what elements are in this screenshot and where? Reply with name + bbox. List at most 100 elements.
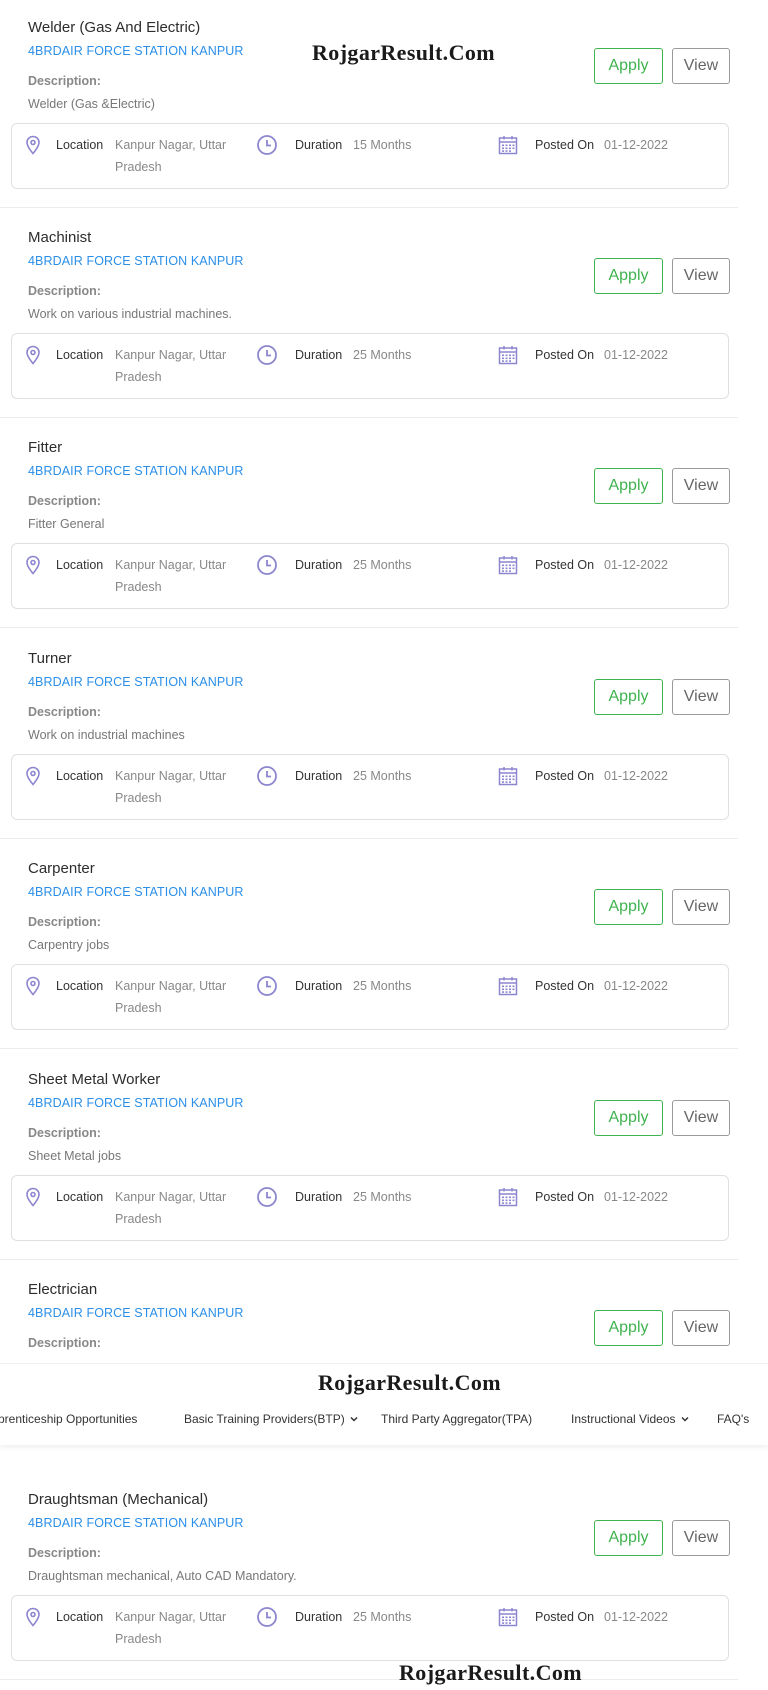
- view-button[interactable]: View: [672, 1520, 730, 1556]
- org-link[interactable]: 4BRDAIR FORCE STATION KANPUR: [28, 1306, 244, 1320]
- description-label: Description:: [28, 915, 101, 929]
- posted-on-label: Posted On: [535, 138, 595, 152]
- divider: [0, 1679, 738, 1680]
- divider: [0, 207, 738, 208]
- apply-button[interactable]: Apply: [594, 1520, 663, 1556]
- divider: [0, 627, 738, 628]
- job-card: Draughtsman (Mechanical) 4BRDAIR FORCE ST…: [0, 1472, 768, 1682]
- org-link[interactable]: 4BRDAIR FORCE STATION KANPUR: [28, 1096, 244, 1110]
- calendar-icon: [497, 344, 519, 366]
- watermark-top: RojgarResult.Com: [312, 40, 495, 65]
- nav-apprenticeship-opportunities[interactable]: prenticeship Opportunities: [0, 1412, 137, 1426]
- location-value: Kanpur Nagar, Uttar Pradesh: [115, 979, 227, 1015]
- calendar-icon: [497, 765, 519, 787]
- nav-instructional-videos[interactable]: Instructional Videos: [571, 1412, 690, 1426]
- view-button[interactable]: View: [672, 48, 730, 84]
- description-label: Description:: [28, 74, 101, 88]
- view-button[interactable]: View: [672, 258, 730, 294]
- location-value: Kanpur Nagar, Uttar Pradesh: [115, 1610, 227, 1646]
- org-link[interactable]: 4BRDAIR FORCE STATION KANPUR: [28, 885, 244, 899]
- description-text: Welder (Gas &Electric): [28, 97, 155, 111]
- watermark-bottom: RojgarResult.Com: [399, 1660, 582, 1685]
- clock-icon: [256, 1186, 278, 1208]
- job-title: Sheet Metal Worker: [28, 1071, 161, 1088]
- job-title: Fitter: [28, 439, 63, 456]
- job-card: Carpenter 4BRDAIR FORCE STATION KANPUR Des…: [0, 841, 768, 1051]
- job-card: Fitter 4BRDAIR FORCE STATION KANPUR Descri…: [0, 420, 768, 630]
- location-label: Location: [56, 1610, 104, 1624]
- apply-button[interactable]: Apply: [594, 679, 663, 715]
- watermark-nav: RojgarResult.Com: [318, 1370, 501, 1395]
- nav-item-label: Basic Training Providers(BTP): [184, 1412, 345, 1426]
- duration-label: Duration: [295, 1610, 343, 1624]
- duration-value: 25 Months: [353, 348, 412, 362]
- posted-on-label: Posted On: [535, 348, 595, 362]
- apply-button[interactable]: Apply: [594, 1100, 663, 1136]
- nav-third-party-aggregator[interactable]: Third Party Aggregator(TPA): [381, 1412, 532, 1426]
- apply-button[interactable]: Apply: [594, 468, 663, 504]
- description-label: Description:: [28, 494, 101, 508]
- location-pin-icon: [22, 344, 44, 366]
- apply-button[interactable]: Apply: [594, 48, 663, 84]
- apply-button[interactable]: Apply: [594, 258, 663, 294]
- duration-value: 25 Months: [353, 979, 412, 993]
- description-text: Draughtsman mechanical, Auto CAD Mandato…: [28, 1569, 297, 1583]
- clock-icon: [256, 134, 278, 156]
- nav-faqs[interactable]: FAQ's: [717, 1412, 749, 1426]
- org-link[interactable]: 4BRDAIR FORCE STATION KANPUR: [28, 254, 244, 268]
- clock-icon: [256, 765, 278, 787]
- org-link[interactable]: 4BRDAIR FORCE STATION KANPUR: [28, 44, 244, 58]
- duration-label: Duration: [295, 1190, 343, 1204]
- location-value: Kanpur Nagar, Uttar Pradesh: [115, 558, 227, 594]
- job-card: Sheet Metal Worker 4BRDAIR FORCE STATION …: [0, 1052, 768, 1262]
- calendar-icon: [497, 134, 519, 156]
- duration-value: 25 Months: [353, 1610, 412, 1624]
- posted-on-value: 01-12-2022: [604, 138, 668, 152]
- duration-label: Duration: [295, 558, 343, 572]
- clock-icon: [256, 1606, 278, 1628]
- view-button[interactable]: View: [672, 889, 730, 925]
- location-pin-icon: [22, 1606, 44, 1628]
- view-button[interactable]: View: [672, 679, 730, 715]
- duration-value: 25 Months: [353, 1190, 412, 1204]
- posted-on-value: 01-12-2022: [604, 1610, 668, 1624]
- apply-button[interactable]: Apply: [594, 889, 663, 925]
- location-pin-icon: [22, 765, 44, 787]
- view-button[interactable]: View: [672, 1310, 730, 1346]
- location-label: Location: [56, 1190, 104, 1204]
- nav-item-label: FAQ's: [717, 1412, 750, 1426]
- description-text: Fitter General: [28, 517, 105, 531]
- nav-basic-training-providers[interactable]: Basic Training Providers(BTP): [184, 1412, 359, 1426]
- location-value: Kanpur Nagar, Uttar Pradesh: [115, 1190, 227, 1226]
- job-title: Draughtsman (Mechanical): [28, 1491, 209, 1508]
- job-card: Machinist 4BRDAIR FORCE STATION KANPUR Des…: [0, 210, 768, 420]
- view-button[interactable]: View: [672, 1100, 730, 1136]
- description-label: Description:: [28, 284, 101, 298]
- duration-value: 25 Months: [353, 769, 412, 783]
- chevron-down-icon: [680, 1416, 689, 1422]
- location-value: Kanpur Nagar, Uttar Pradesh: [115, 348, 227, 384]
- org-link[interactable]: 4BRDAIR FORCE STATION KANPUR: [28, 1516, 244, 1530]
- posted-on-label: Posted On: [535, 979, 595, 993]
- posted-on-label: Posted On: [535, 1610, 595, 1624]
- description-label: Description:: [28, 705, 101, 719]
- org-link[interactable]: 4BRDAIR FORCE STATION KANPUR: [28, 675, 244, 689]
- view-button[interactable]: View: [672, 468, 730, 504]
- divider: [0, 1048, 738, 1049]
- org-link[interactable]: 4BRDAIR FORCE STATION KANPUR: [28, 464, 244, 478]
- job-info-box: Location Kanpur Nagar, Uttar Pradesh Durat…: [11, 1595, 729, 1661]
- job-title: Welder (Gas And Electric): [28, 19, 201, 36]
- location-pin-icon: [22, 975, 44, 997]
- location-label: Location: [56, 558, 104, 572]
- location-label: Location: [56, 979, 104, 993]
- location-label: Location: [56, 138, 104, 152]
- location-value: Kanpur Nagar, Uttar Pradesh: [115, 769, 227, 805]
- job-info-box: Location Kanpur Nagar, Uttar Pradesh Durat…: [11, 754, 729, 820]
- apply-button[interactable]: Apply: [594, 1310, 663, 1346]
- job-info-box: Location Kanpur Nagar, Uttar Pradesh Durat…: [11, 1175, 729, 1241]
- clock-icon: [256, 344, 278, 366]
- calendar-icon: [497, 975, 519, 997]
- job-info-box: Location Kanpur Nagar, Uttar Pradesh Durat…: [11, 333, 729, 399]
- description-label: Description:: [28, 1126, 101, 1140]
- divider: [0, 1259, 738, 1260]
